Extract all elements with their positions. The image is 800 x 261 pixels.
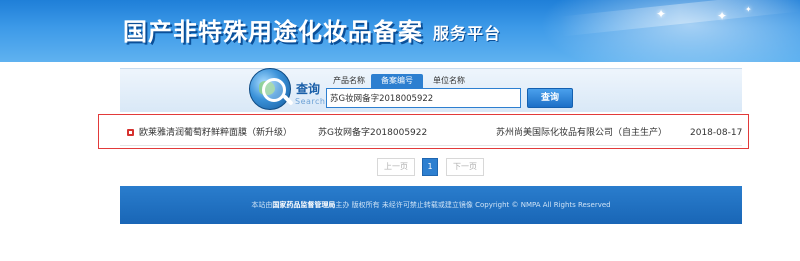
prev-page-button[interactable]: 上一页 [377, 158, 415, 176]
page-bottom [0, 232, 800, 261]
header-banner: ✦ ✦ ✦ 国产非特殊用途化妆品备案 服务平台 [0, 0, 800, 62]
page-number-button[interactable]: 1 [422, 158, 438, 176]
record-number: 苏G妆网备字2018005922 [318, 128, 428, 138]
footer: 本站由国家药品监督管理局主办 版权所有 未经许可禁止转载或建立镜像 Copyri… [120, 186, 742, 224]
sparkle-icon: ✦ [656, 7, 667, 21]
square-bullet-icon [127, 129, 134, 136]
footer-prefix: 本站由 [251, 201, 273, 209]
sparkle-icon: ✦ [717, 9, 728, 23]
search-button[interactable]: 查询 [527, 88, 573, 108]
search-label: 查询 [296, 82, 321, 96]
tab-company-name[interactable]: 单位名称 [425, 74, 473, 88]
tab-record-number[interactable]: 备案编号 [371, 74, 423, 88]
footer-org-link[interactable]: 国家药品监督管理局 [272, 201, 335, 209]
magnifier-icon [262, 78, 286, 102]
company-name: 苏州尚美国际化妆品有限公司（自主生产） [496, 128, 668, 138]
product-name-link[interactable]: 欧莱雅清润葡萄籽鲜粹面膜（新升级） [139, 124, 292, 142]
search-input[interactable] [326, 88, 521, 108]
row-divider [120, 145, 742, 146]
tab-product-name[interactable]: 产品名称 [327, 74, 371, 88]
site-title: 国产非特殊用途化妆品备案 [123, 17, 423, 46]
footer-copyright: 主办 版权所有 未经许可禁止转载或建立镜像 Copyright © NMPA A… [335, 201, 611, 209]
search-label-en: Search [295, 97, 326, 106]
site-subtitle: 服务平台 [433, 24, 502, 43]
record-date: 2018-08-17 [690, 128, 743, 138]
sparkle-icon: ✦ [745, 5, 752, 14]
next-page-button[interactable]: 下一页 [446, 158, 484, 176]
